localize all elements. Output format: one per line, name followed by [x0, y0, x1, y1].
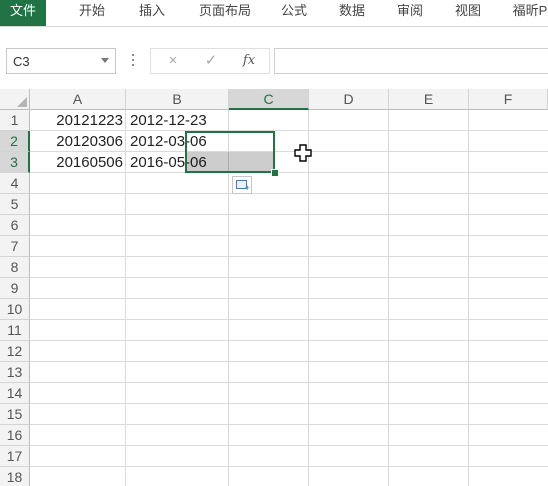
column-header-a[interactable]: A	[30, 89, 126, 110]
insert-function-button[interactable]: fx	[237, 52, 261, 70]
tab-data[interactable]: 数据	[332, 0, 372, 26]
name-box-value: C3	[13, 54, 30, 69]
row-header-16[interactable]: 16	[0, 425, 30, 446]
formula-bar: C3 × ✓ fx	[0, 45, 548, 79]
gridline-h	[30, 445, 548, 446]
row-header-7[interactable]: 7	[0, 236, 30, 257]
row-header-2[interactable]: 2	[0, 131, 30, 152]
chevron-down-icon[interactable]	[101, 58, 109, 63]
cell-a1[interactable]: 20121223	[30, 110, 123, 131]
gridline-h	[30, 256, 548, 257]
gridline-h	[30, 382, 548, 383]
cell-b1[interactable]: 2012-12-23	[130, 110, 270, 131]
cell-cursor-icon	[294, 144, 312, 162]
row-header-10[interactable]: 10	[0, 299, 30, 320]
drag-handle-icon[interactable]	[132, 54, 135, 68]
column-header-c[interactable]: C	[229, 89, 309, 110]
gridline-h	[30, 466, 548, 467]
tab-view[interactable]: 视图	[448, 0, 488, 26]
tab-foxit[interactable]: 福昕P	[506, 0, 548, 26]
tab-review[interactable]: 审阅	[390, 0, 430, 26]
tab-file[interactable]: 文件	[0, 0, 46, 26]
plus-icon: +	[244, 183, 250, 193]
selection-range[interactable]	[185, 131, 275, 173]
gridline-h	[30, 403, 548, 404]
row-header-17[interactable]: 17	[0, 446, 30, 467]
gridline-h	[30, 214, 548, 215]
column-header-b[interactable]: B	[126, 89, 229, 110]
gridline-h	[30, 340, 548, 341]
row-header-1[interactable]: 1	[0, 110, 30, 131]
formula-buttons: × ✓ fx	[150, 48, 270, 74]
ribbon-body	[0, 27, 548, 45]
gridline-h	[30, 424, 548, 425]
row-header-5[interactable]: 5	[0, 194, 30, 215]
row-header-9[interactable]: 9	[0, 278, 30, 299]
select-all-icon	[17, 97, 27, 107]
worksheet-grid[interactable]: A B C D E F 1 2 3 4 5 6 7 8 9 10 11 12 1…	[0, 89, 548, 486]
cell-a2[interactable]: 20120306	[30, 131, 123, 152]
column-header-d[interactable]: D	[309, 89, 389, 110]
flash-fill-options-button[interactable]: +	[232, 176, 252, 194]
gridline-h	[30, 235, 548, 236]
column-header-e[interactable]: E	[389, 89, 469, 110]
row-header-12[interactable]: 12	[0, 341, 30, 362]
row-header-14[interactable]: 14	[0, 383, 30, 404]
row-header-8[interactable]: 8	[0, 257, 30, 278]
cancel-icon[interactable]: ×	[161, 52, 185, 70]
gridline-h	[30, 193, 548, 194]
row-header-13[interactable]: 13	[0, 362, 30, 383]
gridline-h	[30, 361, 548, 362]
row-header-18[interactable]: 18	[0, 467, 30, 486]
gridline-h	[30, 298, 548, 299]
column-header-f[interactable]: F	[469, 89, 548, 110]
name-box[interactable]: C3	[6, 48, 116, 74]
row-header-3[interactable]: 3	[0, 152, 30, 173]
tab-page-layout[interactable]: 页面布局	[190, 0, 260, 26]
gridline-h	[30, 319, 548, 320]
row-header-6[interactable]: 6	[0, 215, 30, 236]
row-header-15[interactable]: 15	[0, 404, 30, 425]
row-header-4[interactable]: 4	[0, 173, 30, 194]
tab-insert[interactable]: 插入	[132, 0, 172, 26]
select-all-button[interactable]	[0, 89, 30, 110]
ribbon-tabs: 文件 开始 插入 页面布局 公式 数据 审阅 视图 福昕P	[0, 0, 548, 27]
gridline-h	[30, 277, 548, 278]
enter-icon[interactable]: ✓	[199, 52, 223, 70]
fill-handle[interactable]	[271, 169, 279, 177]
formula-input[interactable]	[274, 48, 548, 74]
tab-home[interactable]: 开始	[70, 0, 114, 26]
tab-formulas[interactable]: 公式	[274, 0, 314, 26]
cell-a3[interactable]: 20160506	[30, 152, 123, 173]
row-header-11[interactable]: 11	[0, 320, 30, 341]
